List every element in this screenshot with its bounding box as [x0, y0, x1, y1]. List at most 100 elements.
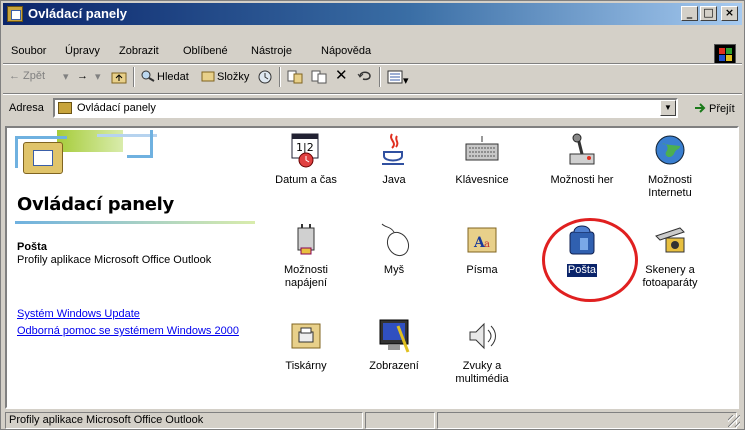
item-zobrazeni[interactable]: Zobrazení [349, 318, 439, 373]
selected-item-name: Pošta [17, 241, 47, 253]
menu-upravy[interactable]: Úpravy [65, 45, 100, 57]
title-underline [15, 221, 255, 224]
power-plug-icon [297, 224, 315, 255]
delete-icon[interactable]: ✕ [335, 66, 348, 84]
mouse-icon [381, 223, 410, 257]
item-label: Myš [383, 264, 405, 276]
back-button[interactable]: ← Zpět [9, 70, 45, 82]
folders-button[interactable]: Složky [201, 70, 249, 83]
resize-grip[interactable] [728, 415, 740, 427]
svg-text:a: a [484, 239, 490, 250]
menu-zobrazit[interactable]: Zobrazit [119, 45, 159, 57]
folders-icon [201, 71, 215, 82]
item-skenery-a-fotoaparaty[interactable]: Skenery a fotoaparáty [625, 222, 715, 290]
item-tiskarny[interactable]: Tiskárny [261, 318, 351, 373]
forward-dropdown-icon[interactable]: ▾ [95, 70, 101, 83]
move-to-icon[interactable] [287, 70, 303, 87]
folders-label: Složky [217, 71, 250, 83]
control-panel-small-icon [58, 102, 72, 114]
item-pisma[interactable]: Aa Písma [437, 222, 527, 277]
item-label: Možnosti her [550, 174, 614, 186]
toolbar: ← Zpět ▾ → ▾ Hledat Složky ✕ ▾ [5, 65, 740, 91]
toolbar-separator-2 [279, 67, 281, 87]
java-cup-icon [382, 133, 404, 165]
menu-soubor[interactable]: Soubor [11, 45, 46, 57]
item-moznosti-internetu[interactable]: Možnosti Internetu [625, 132, 715, 200]
menu-bar: Soubor Úpravy Zobrazit Oblíbené Nástroje… [3, 39, 742, 64]
views-icon[interactable]: ▾ [387, 70, 409, 87]
address-label: Adresa [9, 102, 44, 114]
item-label: Tiskárny [285, 360, 327, 372]
toolbar-separator [133, 67, 135, 87]
item-label: Možnosti napájení [283, 264, 329, 289]
minimize-button[interactable]: _ [681, 6, 698, 21]
windows-logo-icon [714, 44, 736, 64]
toolbar-separator-3 [379, 67, 381, 87]
search-button[interactable]: Hledat [141, 70, 189, 83]
title-bar[interactable]: Ovládací panely _ □ × [3, 3, 742, 25]
back-dropdown-icon[interactable]: ▾ [63, 70, 69, 83]
item-java[interactable]: Java [349, 132, 439, 187]
item-label: Klávesnice [455, 174, 509, 186]
fonts-folder-icon: Aa [467, 227, 497, 253]
control-panel-large-icon [23, 142, 63, 174]
item-klavesnice[interactable]: Klávesnice [437, 132, 527, 187]
pane-title: Ovládací panely [17, 194, 174, 215]
maximize-button[interactable]: □ [700, 6, 717, 21]
copy-to-icon[interactable] [311, 70, 327, 87]
selected-item-description: Profily aplikace Microsoft Office Outloo… [17, 254, 212, 266]
undo-icon[interactable] [357, 68, 373, 85]
status-cell-3 [437, 412, 737, 429]
go-button[interactable]: Přejít [693, 102, 735, 115]
menu-nastroje[interactable]: Nástroje [251, 45, 292, 57]
item-moznosti-napajeni[interactable]: Možnosti napájení [261, 222, 351, 290]
status-cell-2 [365, 412, 435, 429]
item-label: Písma [466, 264, 498, 276]
globe-icon [655, 135, 685, 165]
explorer-window: Ovládací panely _ □ × Soubor Úpravy Zobr… [0, 0, 745, 430]
menu-oblibene[interactable]: Oblíbené [183, 45, 228, 57]
item-datum-a-cas[interactable]: 1|2 Datum a čas [261, 132, 351, 187]
highlight-circle [542, 218, 638, 302]
forward-button[interactable]: → [77, 70, 88, 82]
calendar-clock-icon: 1|2 [291, 133, 319, 168]
item-label: Datum a čas [275, 174, 337, 186]
speaker-icon [469, 322, 496, 350]
item-label: Java [382, 174, 406, 186]
go-label: Přejít [709, 103, 735, 115]
printer-folder-icon [291, 323, 321, 349]
up-folder-icon[interactable] [111, 70, 127, 87]
item-label: Skenery a fotoaparáty [642, 264, 698, 289]
content-area: Ovládací panely Pošta Profily aplikace M… [5, 126, 739, 409]
history-icon[interactable] [257, 70, 273, 87]
display-icon [379, 319, 410, 353]
address-dropdown-icon[interactable]: ▼ [660, 100, 676, 116]
control-panel-icon [7, 6, 23, 22]
address-value: Ovládací panely [77, 102, 156, 114]
window-title: Ovládací panely [28, 6, 127, 21]
search-label: Hledat [157, 71, 189, 83]
menu-napoveda[interactable]: Nápověda [321, 45, 371, 57]
svg-text:1|2: 1|2 [296, 141, 314, 154]
scanner-camera-icon [655, 227, 685, 253]
item-label: Zobrazení [369, 360, 419, 372]
item-mys[interactable]: Myš [349, 222, 439, 277]
item-zvuky-a-multimedia[interactable]: Zvuky a multimédia [437, 318, 527, 386]
go-arrow-icon [695, 103, 706, 113]
left-info-pane: Ovládací panely Pošta Profily aplikace M… [7, 128, 265, 407]
windows-update-link[interactable]: Systém Windows Update [17, 308, 140, 320]
status-text: Profily aplikace Microsoft Office Outloo… [5, 412, 363, 429]
address-field[interactable]: Ovládací panely ▼ [53, 98, 678, 118]
item-label: Zvuky a multimédia [455, 360, 509, 385]
search-icon [141, 70, 155, 82]
address-bar: Adresa Ovládací panely ▼ Přejít [5, 97, 740, 121]
header-decoration-corner [127, 130, 153, 158]
toolbar-separator-line [3, 93, 742, 95]
windows-support-link[interactable]: Odborná pomoc se systémem Windows 2000 [17, 325, 267, 338]
joystick-icon [569, 133, 595, 165]
close-button[interactable]: × [721, 6, 738, 21]
item-moznosti-her[interactable]: Možnosti her [537, 132, 627, 187]
keyboard-icon [465, 136, 499, 161]
item-label: Možnosti Internetu [647, 174, 693, 199]
status-bar: Profily aplikace Microsoft Office Outloo… [3, 411, 742, 429]
